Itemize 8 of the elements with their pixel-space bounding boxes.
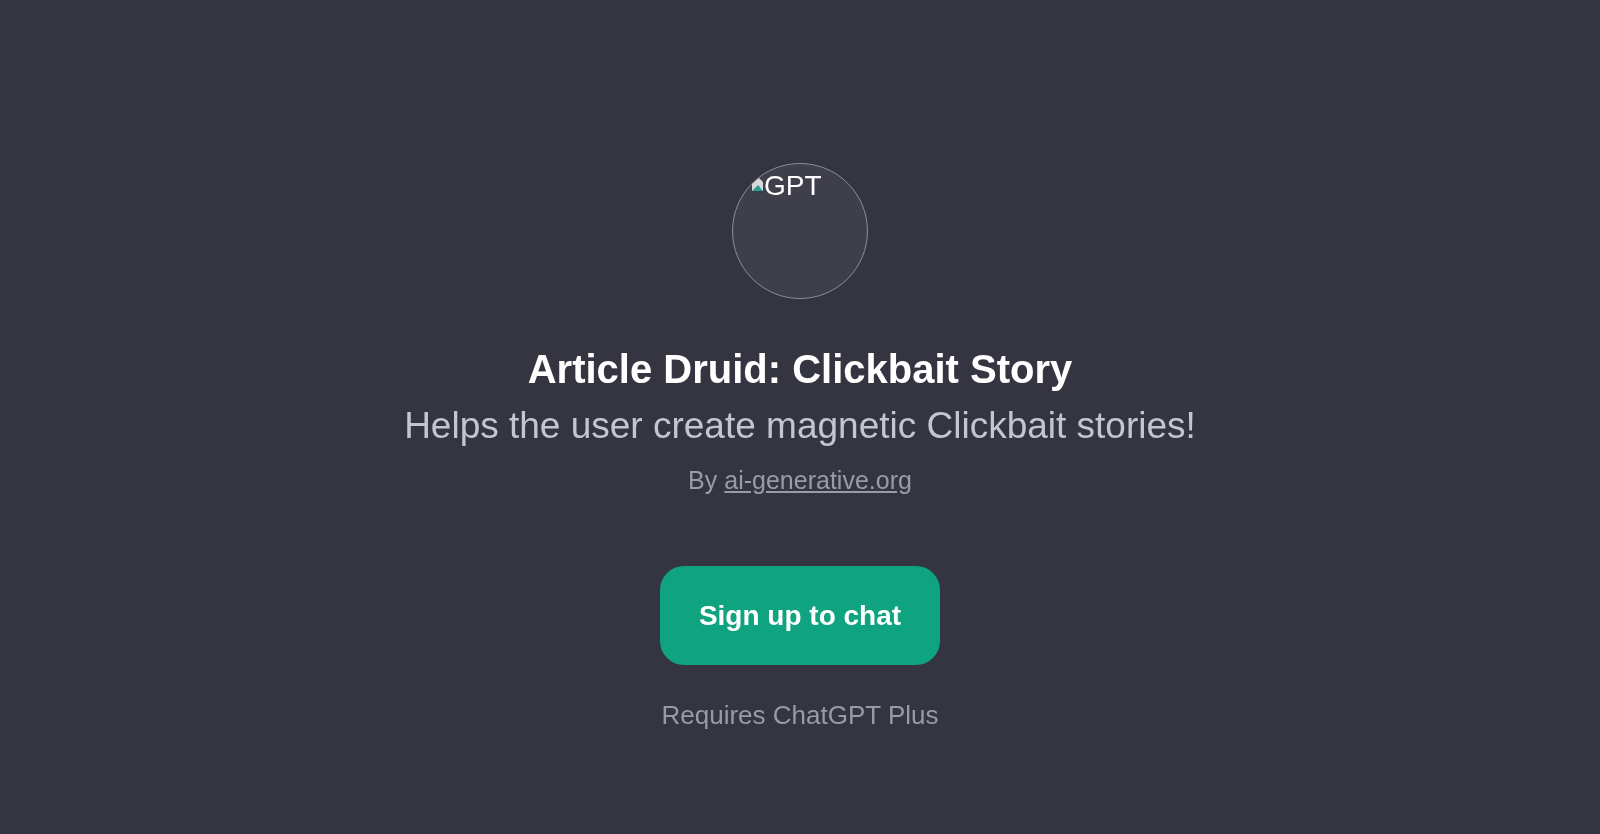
gpt-title: Article Druid: Clickbait Story <box>527 346 1073 393</box>
gpt-description: Helps the user create magnetic Clickbait stories! <box>404 404 1196 448</box>
sign-up-button[interactable]: Sign up to chat <box>660 566 940 665</box>
requirement-note: Requires ChatGPT Plus <box>661 699 939 731</box>
author-link[interactable]: ai-generative.org <box>724 464 912 496</box>
broken-image-icon <box>752 178 763 191</box>
avatar-alt-text: GPT <box>764 170 822 202</box>
author-prefix: By <box>688 465 718 496</box>
